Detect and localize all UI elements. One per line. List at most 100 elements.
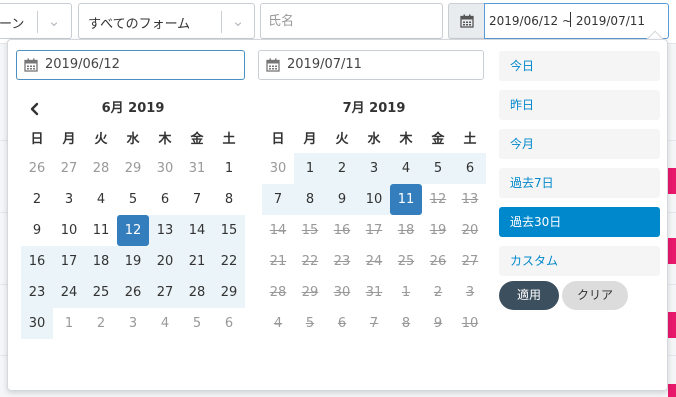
range-option[interactable]: 今日 (499, 51, 660, 81)
day-cell: 27 (461, 254, 479, 269)
day-cell[interactable]: 30 (21, 308, 53, 339)
day-cell[interactable]: 8 (294, 184, 326, 215)
day-cell[interactable]: 3 (358, 153, 390, 184)
range-option[interactable]: 今月 (499, 129, 660, 159)
day-cell[interactable]: 6 (149, 184, 181, 215)
day-cell: 23 (333, 254, 351, 269)
day-cell[interactable]: 6 (454, 153, 486, 184)
month-header: 6月 2019 (21, 97, 245, 121)
day-cell[interactable]: 7 (181, 184, 213, 215)
calendar-icon (460, 14, 474, 28)
prev-month-button[interactable] (23, 97, 47, 121)
clear-button[interactable]: クリア (562, 281, 628, 310)
day-cell[interactable]: 4 (390, 153, 422, 184)
day-cell[interactable]: 10 (358, 184, 390, 215)
weekday-label: 月 (303, 132, 317, 147)
range-option[interactable]: カスタム (499, 246, 660, 276)
day-cell[interactable]: 10 (53, 215, 85, 246)
day-cell[interactable]: 29 (117, 153, 149, 184)
day-cell[interactable]: 1 (53, 308, 85, 339)
weekday-label: 木 (399, 132, 413, 147)
day-cell: 24 (365, 254, 383, 269)
day-cell[interactable]: 23 (21, 277, 53, 308)
day-cell[interactable]: 17 (53, 246, 85, 277)
select-separator (221, 11, 222, 33)
day-cell[interactable]: 30 (149, 153, 181, 184)
name-input[interactable] (260, 3, 443, 39)
day-cell: 18 (397, 223, 415, 238)
calendar-icon (24, 58, 38, 72)
calendar-icon (266, 58, 280, 72)
day-cell: 26 (429, 254, 447, 269)
day-cell: 6 (337, 316, 347, 331)
filter-bar: ーン ⌄ すべてのフォーム ⌄ 2019/06/12 ~ 2019/07/11 (0, 0, 676, 44)
end-date-field[interactable]: 2019/07/11 (258, 50, 484, 80)
day-cell[interactable]: 4 (149, 308, 181, 339)
day-cell: 16 (333, 223, 351, 238)
day-cell[interactable]: 5 (181, 308, 213, 339)
day-cell[interactable]: 2 (21, 184, 53, 215)
day-cell[interactable]: 31 (181, 153, 213, 184)
day-cell[interactable]: 6 (213, 308, 245, 339)
month-header: 7月 2019 (262, 97, 486, 121)
day-cell[interactable]: 19 (117, 246, 149, 277)
day-cell[interactable]: 29 (213, 277, 245, 308)
range-option[interactable]: 過去30日 (499, 207, 660, 237)
date-range-picker: 2019/06/12 2019/07/11 6月 2019 日月火水木金土 26 2… (7, 39, 668, 391)
range-option[interactable]: 昨日 (499, 90, 660, 120)
day-cell[interactable]: 25 (85, 277, 117, 308)
weekday-label: 日 (271, 132, 285, 147)
day-cell[interactable]: 16 (21, 246, 53, 277)
day-cell[interactable]: 26 (21, 153, 53, 184)
day-cell: 28 (269, 285, 287, 300)
date-range-input[interactable]: 2019/06/12 ~ 2019/07/11 (484, 3, 669, 39)
day-cell[interactable]: 3 (117, 308, 149, 339)
day-cell[interactable]: 26 (117, 277, 149, 308)
form-select-value: すべてのフォーム (88, 17, 191, 32)
day-cell[interactable]: 1 (213, 153, 245, 184)
day-cell[interactable]: 14 (181, 215, 213, 246)
selected-day-cell[interactable]: 11 (390, 184, 422, 215)
month-title: 7月 2019 (342, 101, 406, 116)
day-cell: 20 (461, 223, 479, 238)
day-cell[interactable]: 5 (117, 184, 149, 215)
day-cell[interactable]: 1 (294, 153, 326, 184)
day-cell[interactable]: 18 (85, 246, 117, 277)
weekday-label: 火 (94, 132, 108, 147)
day-cell[interactable]: 27 (53, 153, 85, 184)
day-cell[interactable]: 15 (213, 215, 245, 246)
day-cell[interactable]: 30 (262, 153, 294, 184)
day-cell[interactable]: 9 (21, 215, 53, 246)
day-cell: 22 (301, 254, 319, 269)
day-cell[interactable]: 3 (53, 184, 85, 215)
day-cell[interactable]: 27 (149, 277, 181, 308)
day-cell[interactable]: 11 (85, 215, 117, 246)
end-date-value: 2019/07/11 (287, 57, 362, 72)
chevron-down-icon[interactable]: ⌄ (227, 10, 249, 32)
day-cell[interactable]: 24 (53, 277, 85, 308)
apply-button[interactable]: 適用 (499, 281, 559, 310)
day-cell[interactable]: 13 (149, 215, 181, 246)
day-cell[interactable]: 2 (85, 308, 117, 339)
month-grid: 日月火水木金土 26 27 28 29 30 31 1 2 3 4 5 6 7 8 9 10 11 12 13 14 15… (21, 122, 245, 339)
picker-actions: 適用 クリア (499, 281, 660, 311)
day-cell[interactable]: 7 (262, 184, 294, 215)
day-cell[interactable]: 8 (213, 184, 245, 215)
day-cell[interactable]: 28 (85, 153, 117, 184)
day-cell[interactable]: 4 (85, 184, 117, 215)
form-select[interactable]: すべてのフォーム ⌄ (78, 3, 255, 39)
day-cell[interactable]: 9 (326, 184, 358, 215)
campaign-select-value: ーン (0, 17, 25, 32)
day-cell[interactable]: 22 (213, 246, 245, 277)
day-cell[interactable]: 20 (149, 246, 181, 277)
range-option[interactable]: 過去7日 (499, 168, 660, 198)
day-cell[interactable]: 28 (181, 277, 213, 308)
chevron-down-icon[interactable]: ⌄ (43, 10, 65, 32)
selected-day-cell[interactable]: 12 (117, 215, 149, 246)
status-strip (668, 238, 676, 264)
start-date-field[interactable]: 2019/06/12 (16, 50, 245, 80)
campaign-select[interactable]: ーン ⌄ (0, 3, 72, 39)
day-cell[interactable]: 5 (422, 153, 454, 184)
day-cell[interactable]: 21 (181, 246, 213, 277)
day-cell[interactable]: 2 (326, 153, 358, 184)
